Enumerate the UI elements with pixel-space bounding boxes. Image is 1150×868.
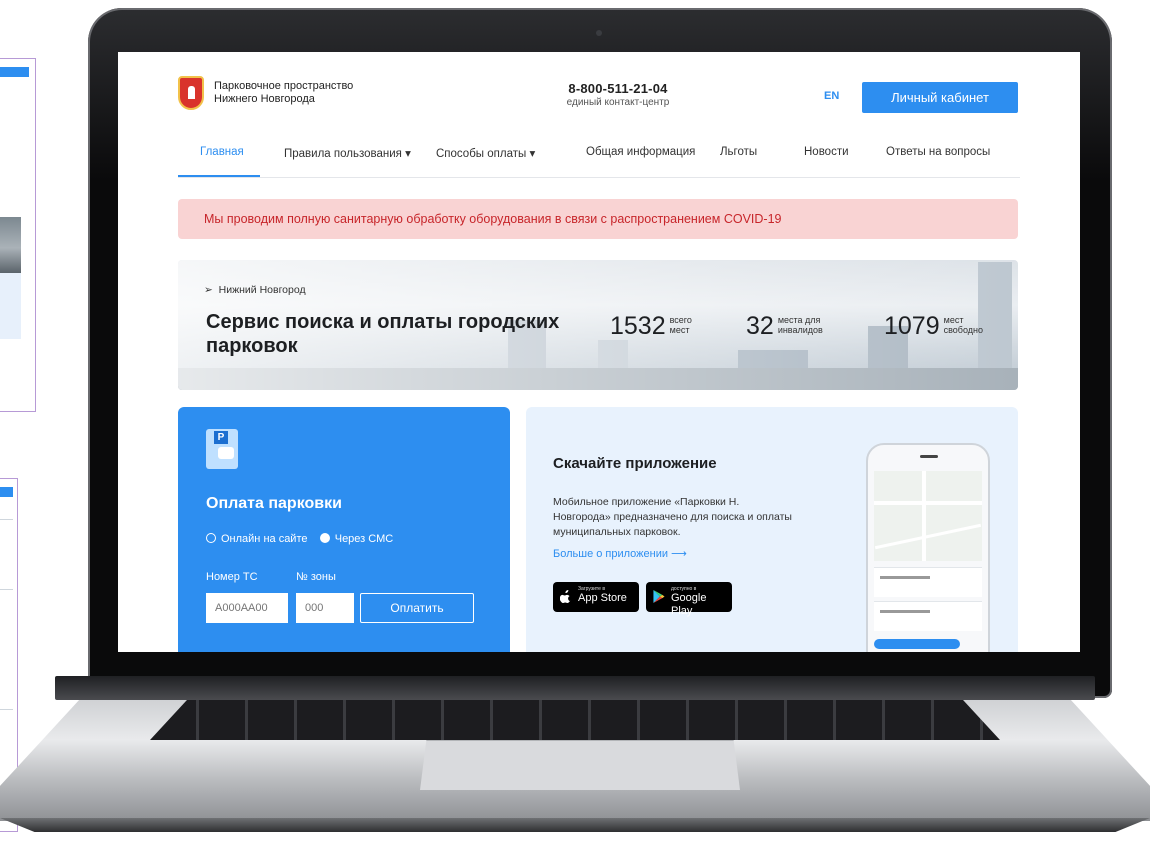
phone-list-item	[874, 601, 982, 631]
fragment-tile	[0, 273, 21, 339]
zone-number-label: № зоны	[296, 571, 336, 583]
fragment-divider	[0, 709, 13, 710]
payment-title: Оплата парковки	[206, 495, 342, 512]
option-online[interactable]: Онлайн на сайте	[206, 533, 308, 545]
option-online-label: Онлайн на сайте	[221, 533, 308, 545]
stat-caption-line2: мест	[669, 325, 690, 335]
phone-input-bar	[874, 639, 960, 649]
stage: Парковочное пространство Нижнего Новгоро…	[0, 0, 1150, 868]
phone-speaker	[920, 455, 938, 458]
map-road	[874, 501, 982, 505]
app-more-link[interactable]: Больше о приложении ⟶	[553, 547, 687, 560]
radio-online[interactable]	[206, 533, 216, 543]
hero-title: Сервис поиска и оплаты городских парково…	[206, 311, 560, 357]
phone-list-item	[874, 567, 982, 597]
option-sms[interactable]: Через СМС	[319, 533, 394, 545]
location-arrow-icon: ➢	[204, 284, 213, 296]
pay-button[interactable]: Оплатить	[360, 593, 474, 623]
parking-payment-card: P Оплата парковки Онлайн на сайте Через …	[178, 407, 510, 652]
org-name-line1: Парковочное пространство	[214, 80, 354, 92]
vehicle-number-label: Номер ТС	[206, 571, 258, 583]
background-page-fragment	[0, 58, 36, 412]
app-store-button[interactable]: Загрузите в App Store	[553, 582, 639, 612]
app-description: Мобильное приложение «Парковки Н. Новгор…	[553, 496, 792, 538]
list-item-text	[880, 610, 930, 613]
google-play-icon	[653, 590, 665, 603]
phone-caption: единый контакт-центр	[566, 97, 670, 108]
stat-caption: места для инвалидов	[778, 315, 823, 335]
laptop-base-edge	[0, 818, 1150, 832]
hero-banner: ➢ Нижний Новгород Сервис поиска и оплаты…	[178, 260, 1018, 390]
fragment-photo	[0, 217, 21, 273]
parking-letter: P	[214, 431, 228, 444]
stat-value: 32	[746, 312, 774, 340]
active-tab-indicator	[178, 175, 260, 177]
nav-item-home[interactable]: Главная	[200, 146, 244, 158]
nav-item-payment-methods[interactable]: Способы оплаты ▾	[436, 146, 535, 160]
payment-method-options: Онлайн на сайте Через СМС	[206, 533, 393, 545]
laptop-keyboard	[150, 694, 1000, 740]
phone-mockup	[866, 443, 990, 652]
appstore-label: App Store	[578, 592, 627, 604]
vehicle-number-input[interactable]	[206, 593, 288, 623]
nav-item-faq[interactable]: Ответы на вопросы	[886, 146, 990, 158]
list-item-text	[880, 576, 930, 579]
main-nav: Главная Правила пользования ▾ Способы оп…	[178, 138, 1020, 178]
phone-number[interactable]: 8-800-511-21-04	[518, 81, 718, 96]
stat-disabled-places: 32 места для инвалидов	[746, 312, 823, 340]
googleplay-label: Google Play	[671, 592, 707, 617]
location-label[interactable]: ➢ Нижний Новгород	[204, 284, 306, 296]
site-header: Парковочное пространство Нижнего Новгоро…	[118, 52, 1080, 118]
apple-icon	[560, 590, 571, 603]
stat-value: 1079	[884, 312, 940, 340]
option-sms-label: Через СМС	[334, 533, 394, 545]
nav-item-rules[interactable]: Правила пользования ▾	[284, 146, 411, 160]
nav-item-benefits[interactable]: Льготы	[720, 146, 757, 158]
car-icon	[218, 447, 234, 459]
radio-sms[interactable]	[319, 533, 330, 543]
map-road	[922, 471, 926, 561]
fragment-button	[0, 67, 29, 77]
location-city: Нижний Новгород	[218, 284, 306, 296]
stat-caption: всего мест	[670, 315, 692, 335]
camera-icon	[596, 30, 602, 36]
laptop-hinge	[55, 676, 1095, 700]
contact-center: 8-800-511-21-04 единый контакт-центр	[518, 81, 718, 108]
coat-of-arms-logo[interactable]	[178, 76, 204, 110]
stat-caption-line1: мест	[943, 315, 964, 325]
org-name[interactable]: Парковочное пространство Нижнего Новгоро…	[214, 80, 353, 106]
parking-icon: P	[206, 429, 238, 469]
nav-item-general-info[interactable]: Общая информация	[586, 146, 695, 158]
stat-caption-line1: всего	[669, 315, 692, 325]
fragment-divider	[0, 589, 13, 590]
app-title: Скачайте приложение	[553, 455, 717, 472]
map-road	[874, 523, 982, 550]
stat-total-places: 1532 всего мест	[610, 312, 692, 340]
stat-caption: мест свободно	[944, 315, 983, 335]
nav-item-news[interactable]: Новости	[804, 146, 849, 158]
fragment-divider	[0, 519, 13, 520]
personal-account-button[interactable]: Личный кабинет	[862, 82, 1018, 113]
google-play-button[interactable]: доступно в Google Play	[646, 582, 732, 617]
stat-value: 1532	[610, 312, 666, 340]
stat-caption-line2: инвалидов	[777, 325, 823, 335]
website-screen: Парковочное пространство Нижнего Новгоро…	[118, 52, 1080, 652]
stat-free-places: 1079 мест свободно	[884, 312, 983, 340]
stat-caption-line1: места для	[777, 315, 821, 325]
app-promo-card: Скачайте приложение Мобильное приложение…	[526, 407, 1018, 652]
phone-map	[874, 471, 982, 561]
zone-number-input[interactable]	[296, 593, 354, 623]
laptop-trackpad	[420, 740, 740, 790]
stat-caption-line2: свободно	[943, 325, 983, 335]
org-name-line2: Нижнего Новгорода	[214, 93, 315, 105]
covid-alert: Мы проводим полную санитарную обработку …	[178, 199, 1018, 239]
fragment-button	[0, 487, 13, 497]
language-switch[interactable]: EN	[824, 90, 839, 102]
